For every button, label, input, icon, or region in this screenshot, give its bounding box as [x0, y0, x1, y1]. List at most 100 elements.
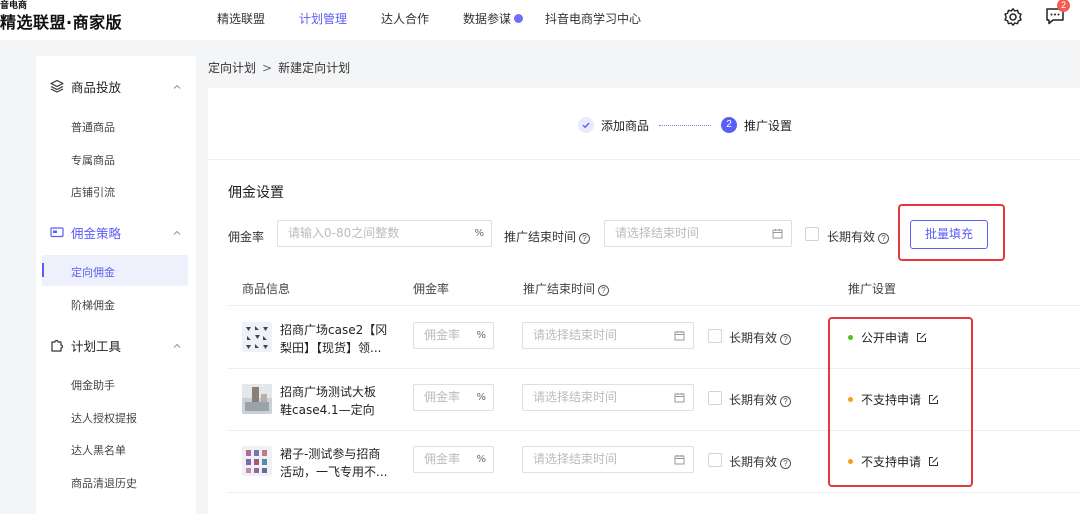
calendar-icon	[674, 393, 685, 403]
sidebar-item-store-traffic[interactable]: 店铺引流	[71, 184, 115, 200]
end-time-picker[interactable]: 请选择结束时间	[604, 220, 792, 247]
product-thumbnail[interactable]	[242, 446, 272, 476]
main-panel: 添加商品 2 推广设置 佣金设置 佣金率 请输入0-80之间整数 % 推广结束时…	[208, 88, 1080, 514]
section-title: 佣金设置	[228, 185, 284, 201]
product-thumbnail[interactable]	[242, 322, 272, 352]
nav-learning-center[interactable]: 抖音电商学习中心	[545, 10, 641, 27]
product-name[interactable]: 招商广场case2【冈 梨田】【现货】领...	[280, 321, 395, 357]
step-indicator: 添加商品 2 推广设置	[578, 115, 792, 135]
sidebar-item-tiered-commission[interactable]: 阶梯佣金	[71, 297, 115, 313]
new-dot-badge	[514, 14, 524, 23]
row-long-term-checkbox[interactable]	[708, 453, 722, 467]
product-name-line: 梨田】【现货】领...	[280, 341, 382, 355]
sidebar-item-targeted-commission[interactable]: 定向佣金	[71, 264, 115, 280]
step-add-products: 添加商品	[601, 118, 650, 133]
row-end-time-picker[interactable]: 请选择结束时间	[522, 384, 694, 411]
row-long-term-text: 长期有效	[729, 393, 778, 407]
help-icon[interactable]: ?	[780, 396, 792, 407]
brand-logo[interactable]: 精选联盟·商家版	[0, 9, 122, 33]
sidebar-section-label: 商品投放	[71, 79, 122, 95]
breadcrumb-separator: >	[262, 61, 273, 75]
breadcrumb-parent[interactable]: 定向计划	[208, 61, 256, 75]
long-term-label-text: 长期有效	[827, 230, 876, 244]
product-name-line: 活动，一飞专用不...	[280, 465, 388, 479]
col-end-time-text: 推广结束时间	[523, 282, 596, 296]
sidebar-item-clearance-history[interactable]: 商品清退历史	[71, 475, 137, 491]
top-nav-bar: 音电商 精选联盟·商家版 精选联盟 计划管理 达人合作 数据参谋 抖音电商学习中…	[0, 0, 1080, 40]
sidebar-section-label: 佣金策略	[71, 225, 122, 241]
help-icon[interactable]: ?	[780, 458, 792, 469]
sidebar-active-highlight	[42, 255, 188, 286]
chevron-up-icon[interactable]	[172, 228, 182, 238]
long-term-label: 长期有效?	[827, 228, 890, 245]
sidebar-item-exclusive-products[interactable]: 专属商品	[71, 152, 115, 168]
sidebar-section-commission-strategy[interactable]: 佣金策略	[50, 222, 121, 242]
nav-data-advisor[interactable]: 数据参谋	[463, 10, 524, 27]
product-name[interactable]: 裙子-测试参与招商 活动，一飞专用不...	[280, 445, 395, 481]
divider	[208, 159, 1080, 160]
sidebar-item-talent-blacklist[interactable]: 达人黑名单	[71, 442, 126, 458]
product-name[interactable]: 招商广场测试大板 鞋case4.1—定向	[280, 383, 395, 419]
sidebar-section-product-delivery[interactable]: 商品投放	[50, 76, 121, 96]
help-icon[interactable]: ?	[579, 233, 591, 244]
nav-talent-cooperation[interactable]: 达人合作	[381, 10, 429, 27]
product-name-line: 鞋case4.1—定向	[280, 403, 375, 417]
highlight-box-batch	[898, 204, 1005, 261]
row-commission-input[interactable]: 佣金率 %	[413, 384, 494, 411]
sidebar-active-indicator	[42, 263, 44, 277]
row-end-time-picker[interactable]: 请选择结束时间	[522, 322, 694, 349]
product-thumbnail[interactable]	[242, 384, 272, 414]
chevron-up-icon[interactable]	[172, 82, 182, 92]
message-count-badge: 2	[1057, 0, 1070, 12]
row-long-term-label: 长期有效?	[729, 391, 792, 408]
layers-icon	[50, 79, 64, 93]
help-icon[interactable]: ?	[780, 334, 792, 345]
row-commission-placeholder: 佣金率	[424, 390, 461, 404]
row-commission-input[interactable]: 佣金率 %	[413, 322, 494, 349]
percent-suffix: %	[474, 228, 484, 239]
row-end-time-placeholder: 请选择结束时间	[533, 328, 618, 342]
step-number-badge: 2	[721, 117, 738, 133]
row-long-term-checkbox[interactable]	[708, 329, 722, 343]
row-long-term-text: 长期有效	[729, 331, 778, 345]
product-name-line: 招商广场case2【冈	[280, 323, 388, 337]
end-time-label: 推广结束时间?	[504, 228, 591, 245]
row-end-time-placeholder: 请选择结束时间	[533, 390, 618, 404]
product-name-line: 裙子-测试参与招商	[280, 447, 381, 461]
row-commission-placeholder: 佣金率	[424, 328, 461, 342]
calendar-icon	[674, 455, 685, 465]
sidebar-item-normal-products[interactable]: 普通商品	[71, 119, 115, 135]
sidebar-section-label: 计划工具	[71, 338, 122, 354]
col-promotion-settings: 推广设置	[848, 282, 897, 296]
row-long-term-text: 长期有效	[729, 455, 778, 469]
highlight-box-promotion	[828, 317, 973, 487]
commission-rate-label: 佣金率	[228, 230, 265, 244]
nav-jingxuan-lianmeng[interactable]: 精选联盟	[217, 10, 265, 27]
commission-rate-placeholder: 请输入0-80之间整数	[288, 226, 400, 240]
long-term-checkbox[interactable]	[805, 227, 819, 241]
nav-plan-management[interactable]: 计划管理	[299, 10, 347, 27]
col-product-info: 商品信息	[242, 282, 291, 296]
col-end-time: 推广结束时间?	[523, 280, 610, 297]
sidebar-item-talent-authorization[interactable]: 达人授权提报	[71, 410, 137, 426]
help-icon[interactable]: ?	[598, 285, 610, 296]
breadcrumb: 定向计划 > 新建定向计划	[208, 59, 350, 76]
calendar-icon	[674, 331, 685, 341]
table-header: 商品信息 佣金率 推广结束时间? 推广设置	[228, 270, 1080, 306]
sidebar-item-commission-assistant[interactable]: 佣金助手	[71, 377, 115, 393]
percent-suffix: %	[476, 454, 486, 465]
row-long-term-checkbox[interactable]	[708, 391, 722, 405]
chevron-up-icon[interactable]	[172, 341, 182, 351]
help-icon[interactable]: ?	[878, 233, 890, 244]
breadcrumb-current: 新建定向计划	[278, 61, 351, 75]
row-end-time-picker[interactable]: 请选择结束时间	[522, 446, 694, 473]
col-commission-rate: 佣金率	[413, 282, 450, 296]
sidebar-section-plan-tools[interactable]: 计划工具	[50, 335, 121, 355]
step-connector	[659, 124, 712, 126]
puzzle-icon	[51, 339, 64, 352]
calendar-icon	[772, 229, 783, 239]
gear-icon[interactable]	[1003, 7, 1023, 27]
row-commission-input[interactable]: 佣金率 %	[413, 446, 494, 473]
commission-rate-input[interactable]: 请输入0-80之间整数 %	[277, 220, 492, 247]
sidebar: 商品投放 普通商品 专属商品 店铺引流 佣金策略 定向佣金 阶梯佣金 计划工具 …	[36, 56, 196, 514]
